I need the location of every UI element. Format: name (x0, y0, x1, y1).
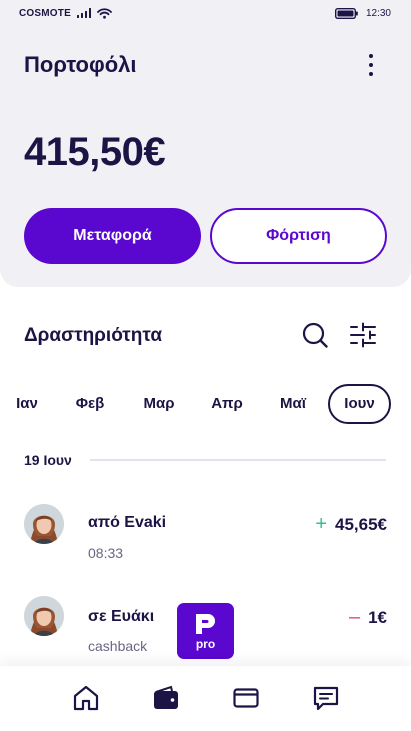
pro-cashback-badge[interactable]: pro (177, 603, 234, 659)
transaction-amount: + 45,65€ (315, 513, 387, 536)
battery-icon (334, 7, 358, 19)
wifi-icon (97, 7, 113, 19)
messages-icon[interactable] (311, 683, 341, 713)
carrier-name: COSMOTE (19, 7, 71, 19)
month-tab[interactable]: Μαϊ (270, 384, 316, 424)
transaction-row[interactable]: από Evaki 08:33 + 45,65€ (0, 496, 411, 576)
date-divider (90, 459, 386, 461)
plus-icon: + (315, 513, 327, 535)
transaction-title: από Evaki (88, 514, 167, 531)
status-left: COSMOTE (19, 7, 113, 19)
transaction-title: σε Ευάκι (88, 608, 155, 625)
month-tab[interactable]: Φεβ (66, 384, 114, 424)
card-icon[interactable] (231, 683, 261, 713)
more-vertical-icon[interactable] (358, 50, 384, 80)
month-tab[interactable]: Ιαν (4, 384, 50, 424)
search-icon[interactable] (300, 320, 330, 350)
month-selector: Ιαν Φεβ Μαρ Απρ Μαϊ Ιουν (0, 384, 411, 424)
transaction-time: 08:33 (88, 545, 124, 561)
transaction-amount: – 1€ (349, 606, 387, 629)
pro-logo-icon (196, 614, 215, 634)
bottom-navigation (0, 666, 411, 731)
activity-title: Δραστηριότητα (24, 325, 163, 346)
transfer-button[interactable]: Μεταφορά (24, 208, 201, 264)
home-icon[interactable] (71, 683, 101, 713)
month-tab-selected[interactable]: Ιουν (328, 384, 391, 424)
signal-icon (76, 8, 92, 18)
status-time: 12:30 (365, 7, 391, 19)
page-title: Πορτοφόλι (24, 52, 137, 77)
transaction-subtitle: cashback (88, 638, 148, 654)
avatar (24, 596, 64, 636)
amount-value: 45,65€ (335, 514, 387, 534)
filter-sliders-icon[interactable] (348, 320, 378, 350)
status-right: 12:30 (334, 7, 391, 19)
date-header: 19 Ιουν (24, 452, 72, 468)
month-tab[interactable]: Μαρ (134, 384, 184, 424)
wallet-balance: 415,50€ (24, 130, 166, 174)
topup-button[interactable]: Φόρτιση (210, 208, 387, 264)
status-bar: COSMOTE 12:30 (0, 0, 411, 26)
month-tab[interactable]: Απρ (204, 384, 250, 424)
minus-icon: – (348, 606, 361, 628)
wallet-icon[interactable] (151, 683, 181, 713)
avatar (24, 504, 64, 544)
pro-badge-label: pro (195, 637, 216, 651)
amount-value: 1€ (368, 607, 387, 627)
